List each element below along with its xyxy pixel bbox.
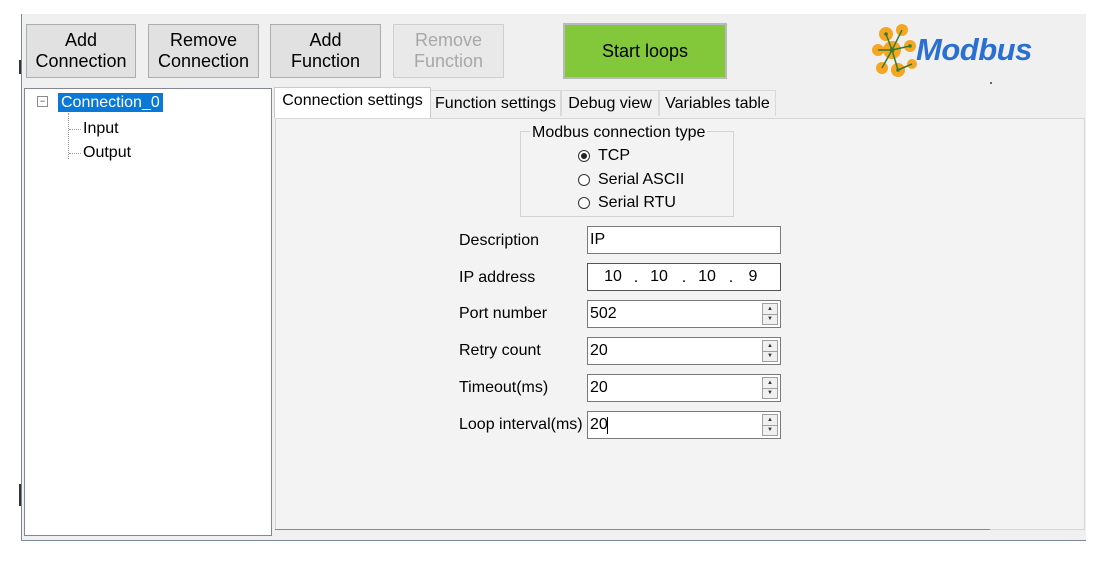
connection-type-legend: Modbus connection type	[530, 124, 708, 142]
spin-down-icon[interactable]: ▼	[763, 425, 777, 435]
port-number-stepper[interactable]: 502 ▲ ▼	[587, 300, 781, 328]
window-edge-mark	[19, 60, 21, 74]
connection-tree[interactable]: − Connection_0 Input Output	[24, 88, 272, 536]
description-input[interactable]: IP	[587, 226, 781, 254]
radio-label: TCP	[598, 147, 630, 164]
tree-node-connection[interactable]: Connection_0	[58, 93, 163, 112]
decorative-dot	[990, 82, 992, 84]
tab-variables-table[interactable]: Variables table	[659, 90, 776, 116]
tab-function-settings[interactable]: Function settings	[430, 90, 561, 116]
radio-unchecked-icon[interactable]	[578, 197, 590, 209]
spin-buttons: ▲ ▼	[762, 377, 778, 399]
remove-connection-button[interactable]: Remove Connection	[148, 24, 259, 78]
spin-down-icon[interactable]: ▼	[763, 351, 777, 361]
text-caret	[607, 417, 608, 434]
ip-separator: .	[633, 269, 639, 286]
timeout-value[interactable]: 20	[590, 375, 608, 401]
radio-serial-ascii[interactable]: Serial ASCII	[578, 169, 684, 191]
ip-octet[interactable]: 10	[601, 268, 625, 286]
loop-interval-value[interactable]: 20	[590, 412, 608, 438]
modbus-logo: Modbus	[868, 20, 1068, 86]
start-loops-button[interactable]: Start loops	[563, 23, 727, 79]
tree-connector	[69, 153, 81, 154]
spin-buttons: ▲ ▼	[762, 340, 778, 362]
main-window: Add Connection Remove Connection Add Fun…	[21, 14, 1086, 541]
radio-tcp[interactable]: TCP	[578, 145, 630, 167]
loop-interval-label: Loop interval(ms)	[459, 416, 583, 433]
port-number-label: Port number	[459, 305, 548, 322]
spin-down-icon[interactable]: ▼	[763, 388, 777, 398]
description-label: Description	[459, 232, 540, 249]
port-number-value[interactable]: 502	[590, 301, 617, 327]
ip-separator: .	[728, 269, 734, 286]
radio-label: Serial RTU	[598, 194, 676, 211]
panel-divider	[275, 529, 990, 530]
remove-function-button[interactable]: Remove Function	[393, 24, 504, 78]
collapse-icon[interactable]: −	[37, 96, 48, 107]
ip-separator: .	[681, 269, 687, 286]
radio-unchecked-icon[interactable]	[578, 174, 590, 186]
retry-count-stepper[interactable]: 20 ▲ ▼	[587, 337, 781, 365]
radio-label: Serial ASCII	[598, 171, 685, 188]
logo-text: Modbus	[916, 32, 1032, 67]
tree-node-output[interactable]: Output	[83, 143, 131, 163]
add-connection-button[interactable]: Add Connection	[26, 24, 136, 78]
spin-buttons: ▲ ▼	[762, 414, 778, 436]
spin-down-icon[interactable]: ▼	[763, 314, 777, 324]
tree-connector	[69, 129, 81, 130]
timeout-stepper[interactable]: 20 ▲ ▼	[587, 374, 781, 402]
loop-interval-stepper[interactable]: 20 ▲ ▼	[587, 411, 781, 439]
add-function-button[interactable]: Add Function	[270, 24, 381, 78]
retry-count-label: Retry count	[459, 342, 541, 359]
ip-address-input[interactable]: 10 . 10 . 10 . 9	[587, 263, 781, 291]
tab-connection-settings[interactable]: Connection settings	[274, 87, 431, 118]
ip-octet[interactable]: 10	[647, 268, 671, 286]
ip-address-label: IP address	[459, 269, 536, 286]
timeout-label: Timeout(ms)	[459, 379, 549, 396]
ip-octet[interactable]: 9	[741, 268, 765, 286]
tree-node-input[interactable]: Input	[83, 119, 119, 139]
ip-octet[interactable]: 10	[695, 268, 719, 286]
window-edge-mark	[19, 484, 21, 506]
retry-count-value[interactable]: 20	[590, 338, 608, 364]
radio-serial-rtu[interactable]: Serial RTU	[578, 192, 676, 214]
tab-debug-view[interactable]: Debug view	[561, 90, 659, 116]
spin-buttons: ▲ ▼	[762, 303, 778, 325]
radio-checked-icon[interactable]	[578, 150, 590, 162]
